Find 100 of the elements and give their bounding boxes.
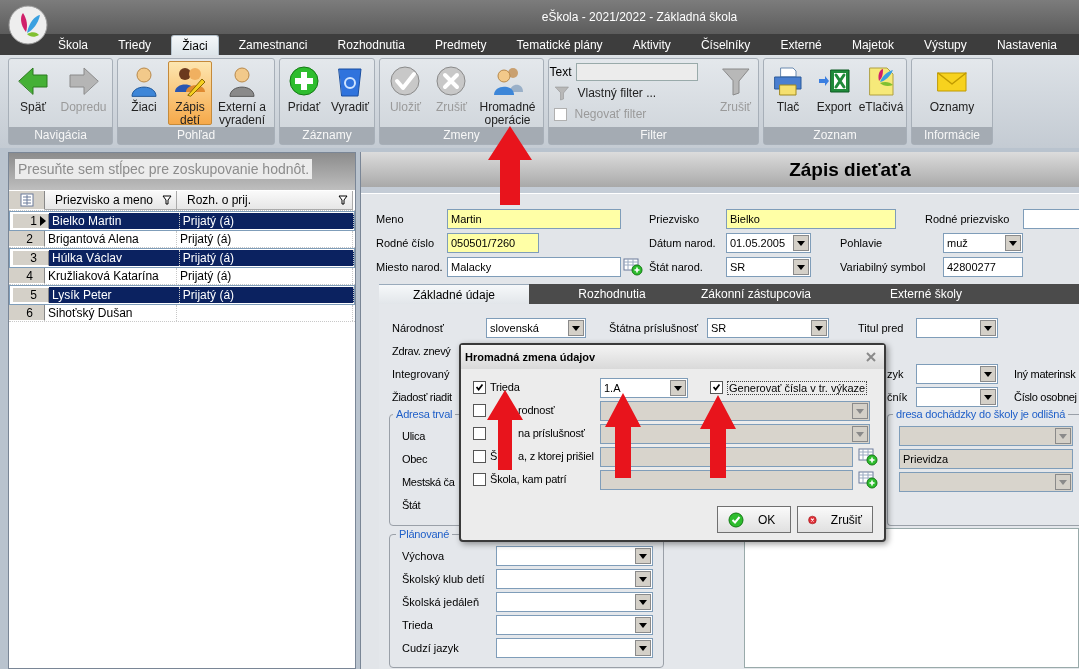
tab[interactable]: Zákonní zástupcovia: [695, 284, 817, 304]
cancel-button[interactable]: Zrušiť: [797, 506, 873, 533]
menu-tab[interactable]: Rozhodnutia: [327, 35, 415, 55]
table-plus-icon[interactable]: [858, 447, 878, 466]
checkbox-label: Škola, kam patrí: [490, 472, 567, 485]
text-field[interactable]: [1023, 208, 1079, 229]
custom-filter-link[interactable]: Vlastný filter ...: [549, 84, 698, 102]
column-header[interactable]: Rozh. o prij.: [177, 191, 353, 210]
dropdown-field[interactable]: [916, 386, 998, 407]
menu-tab[interactable]: Externé: [770, 35, 832, 55]
checkbox[interactable]: [473, 404, 486, 417]
row-number: 5: [30, 287, 37, 302]
ribbon-button[interactable]: eTlačivá: [858, 61, 904, 125]
dropdown-field[interactable]: [496, 591, 653, 612]
ribbon-group-label: Zoznam: [764, 127, 906, 144]
dropdown-field[interactable]: [899, 425, 1073, 446]
menu-tab[interactable]: Triedy: [108, 35, 162, 55]
dropdown-field[interactable]: 1.A: [600, 377, 688, 398]
filter-icon[interactable]: [338, 195, 348, 205]
row-header[interactable]: 6: [9, 305, 45, 321]
dropdown-field[interactable]: [496, 568, 653, 589]
menu-tab[interactable]: Výstupy: [914, 35, 977, 55]
table-cell: Húlka Václav: [49, 250, 180, 266]
checkbox[interactable]: [710, 381, 723, 394]
ribbon-button[interactable]: Späť: [11, 61, 55, 125]
menu-tab[interactable]: Nastavenia: [986, 35, 1067, 55]
checkbox-label: Š: [490, 449, 498, 462]
filter-text-label: Text: [549, 65, 572, 79]
text-field[interactable]: [600, 469, 853, 490]
filter-text-field[interactable]: [575, 63, 698, 81]
ok-button[interactable]: OK: [717, 506, 791, 533]
dropdown-field[interactable]: [496, 637, 653, 658]
tab[interactable]: Rozhodnutia: [529, 284, 695, 304]
menu-tab[interactable]: Tematické plány: [506, 35, 613, 55]
ribbon-group-label: Pohľad: [118, 127, 274, 144]
field-label: Rodné číslo: [376, 236, 436, 249]
text-field[interactable]: Malacky: [447, 256, 621, 277]
ribbon-button[interactable]: Oznamy: [925, 61, 979, 125]
menu-tab[interactable]: Číselníky: [690, 35, 761, 55]
arrow-right-icon: [67, 65, 100, 97]
row-header[interactable]: 4: [9, 268, 45, 284]
dropdown-field[interactable]: SR: [726, 256, 811, 277]
dropdown-field[interactable]: SR: [707, 317, 829, 338]
table-cell: Bielko Martin: [49, 213, 180, 229]
checkbox[interactable]: [473, 427, 486, 440]
table-cell: Prijatý (á): [177, 231, 353, 247]
row-header[interactable]: 1: [13, 213, 49, 229]
ribbon-button[interactable]: Externí a vyradení: [214, 61, 270, 125]
table-plus-icon[interactable]: [623, 257, 643, 276]
dropdown-field[interactable]: muž: [943, 232, 1023, 253]
field-label: Školský klub detí: [402, 572, 486, 585]
ribbon-button[interactable]: Hromadné operácie: [475, 61, 540, 125]
column-header[interactable]: Priezvisko a meno: [45, 191, 177, 210]
close-icon[interactable]: [866, 352, 876, 362]
menu-tab[interactable]: Škola: [48, 35, 99, 55]
ribbon-button[interactable]: Žiaci: [122, 61, 166, 125]
tab[interactable]: Základné údaje: [379, 284, 529, 304]
row-number: 2: [26, 231, 33, 246]
checkbox[interactable]: [473, 450, 486, 463]
tab[interactable]: Externé školy: [817, 284, 1035, 304]
ribbon-button[interactable]: Vyradiť: [328, 61, 372, 125]
text-field[interactable]: Bielko: [726, 208, 896, 229]
table-cell: Prijatý (á): [179, 213, 354, 229]
dropdown-field[interactable]: slovenská: [486, 317, 586, 338]
funnel-icon: [553, 85, 570, 101]
group-title: Adresa trval: [395, 408, 454, 420]
dropdown-field[interactable]: [496, 545, 653, 566]
text-field[interactable]: 050501/7260: [447, 232, 539, 253]
column-chooser-button[interactable]: [9, 191, 45, 210]
ribbon-button[interactable]: Tlač: [766, 61, 810, 125]
dropdown-field[interactable]: [916, 317, 998, 338]
text-field[interactable]: Prievidza: [899, 448, 1073, 469]
text-field[interactable]: 42800277: [943, 256, 1023, 277]
table-plus-icon[interactable]: [858, 470, 878, 489]
menu-tab[interactable]: Aktivity: [622, 35, 681, 55]
menu-tab[interactable]: Žiaci: [171, 35, 219, 55]
ribbon-button[interactable]: Pridať: [282, 61, 326, 125]
row-header[interactable]: 3: [13, 250, 49, 266]
field-label: Iný materinsk: [1014, 367, 1076, 380]
note-field[interactable]: [744, 528, 1079, 668]
table-cell: Prijatý (á): [179, 250, 354, 266]
menu-tab[interactable]: Zamestnanci: [228, 35, 318, 55]
menu-tab[interactable]: Predmety: [425, 35, 497, 55]
checkbox[interactable]: [473, 473, 486, 486]
menu-tab[interactable]: Majetok: [841, 35, 904, 55]
dropdown-field[interactable]: [916, 363, 998, 384]
ribbon-button[interactable]: Zápis detí: [168, 61, 212, 125]
dropdown-field[interactable]: [899, 471, 1073, 492]
field-label: Trieda: [402, 618, 434, 631]
row-header[interactable]: 5: [13, 287, 49, 303]
ribbon-button[interactable]: Export: [812, 61, 856, 125]
row-header[interactable]: 2: [9, 231, 45, 247]
field-label: Mestská ča: [402, 475, 455, 488]
field-label: Meno: [376, 212, 405, 225]
dropdown-field[interactable]: 01.05.2005: [726, 232, 811, 253]
field-label: Číslo osobnej: [1014, 390, 1077, 403]
checkbox[interactable]: [473, 381, 486, 394]
filter-icon[interactable]: [162, 195, 172, 205]
dropdown-field[interactable]: [496, 614, 653, 635]
text-field[interactable]: Martin: [447, 208, 621, 229]
